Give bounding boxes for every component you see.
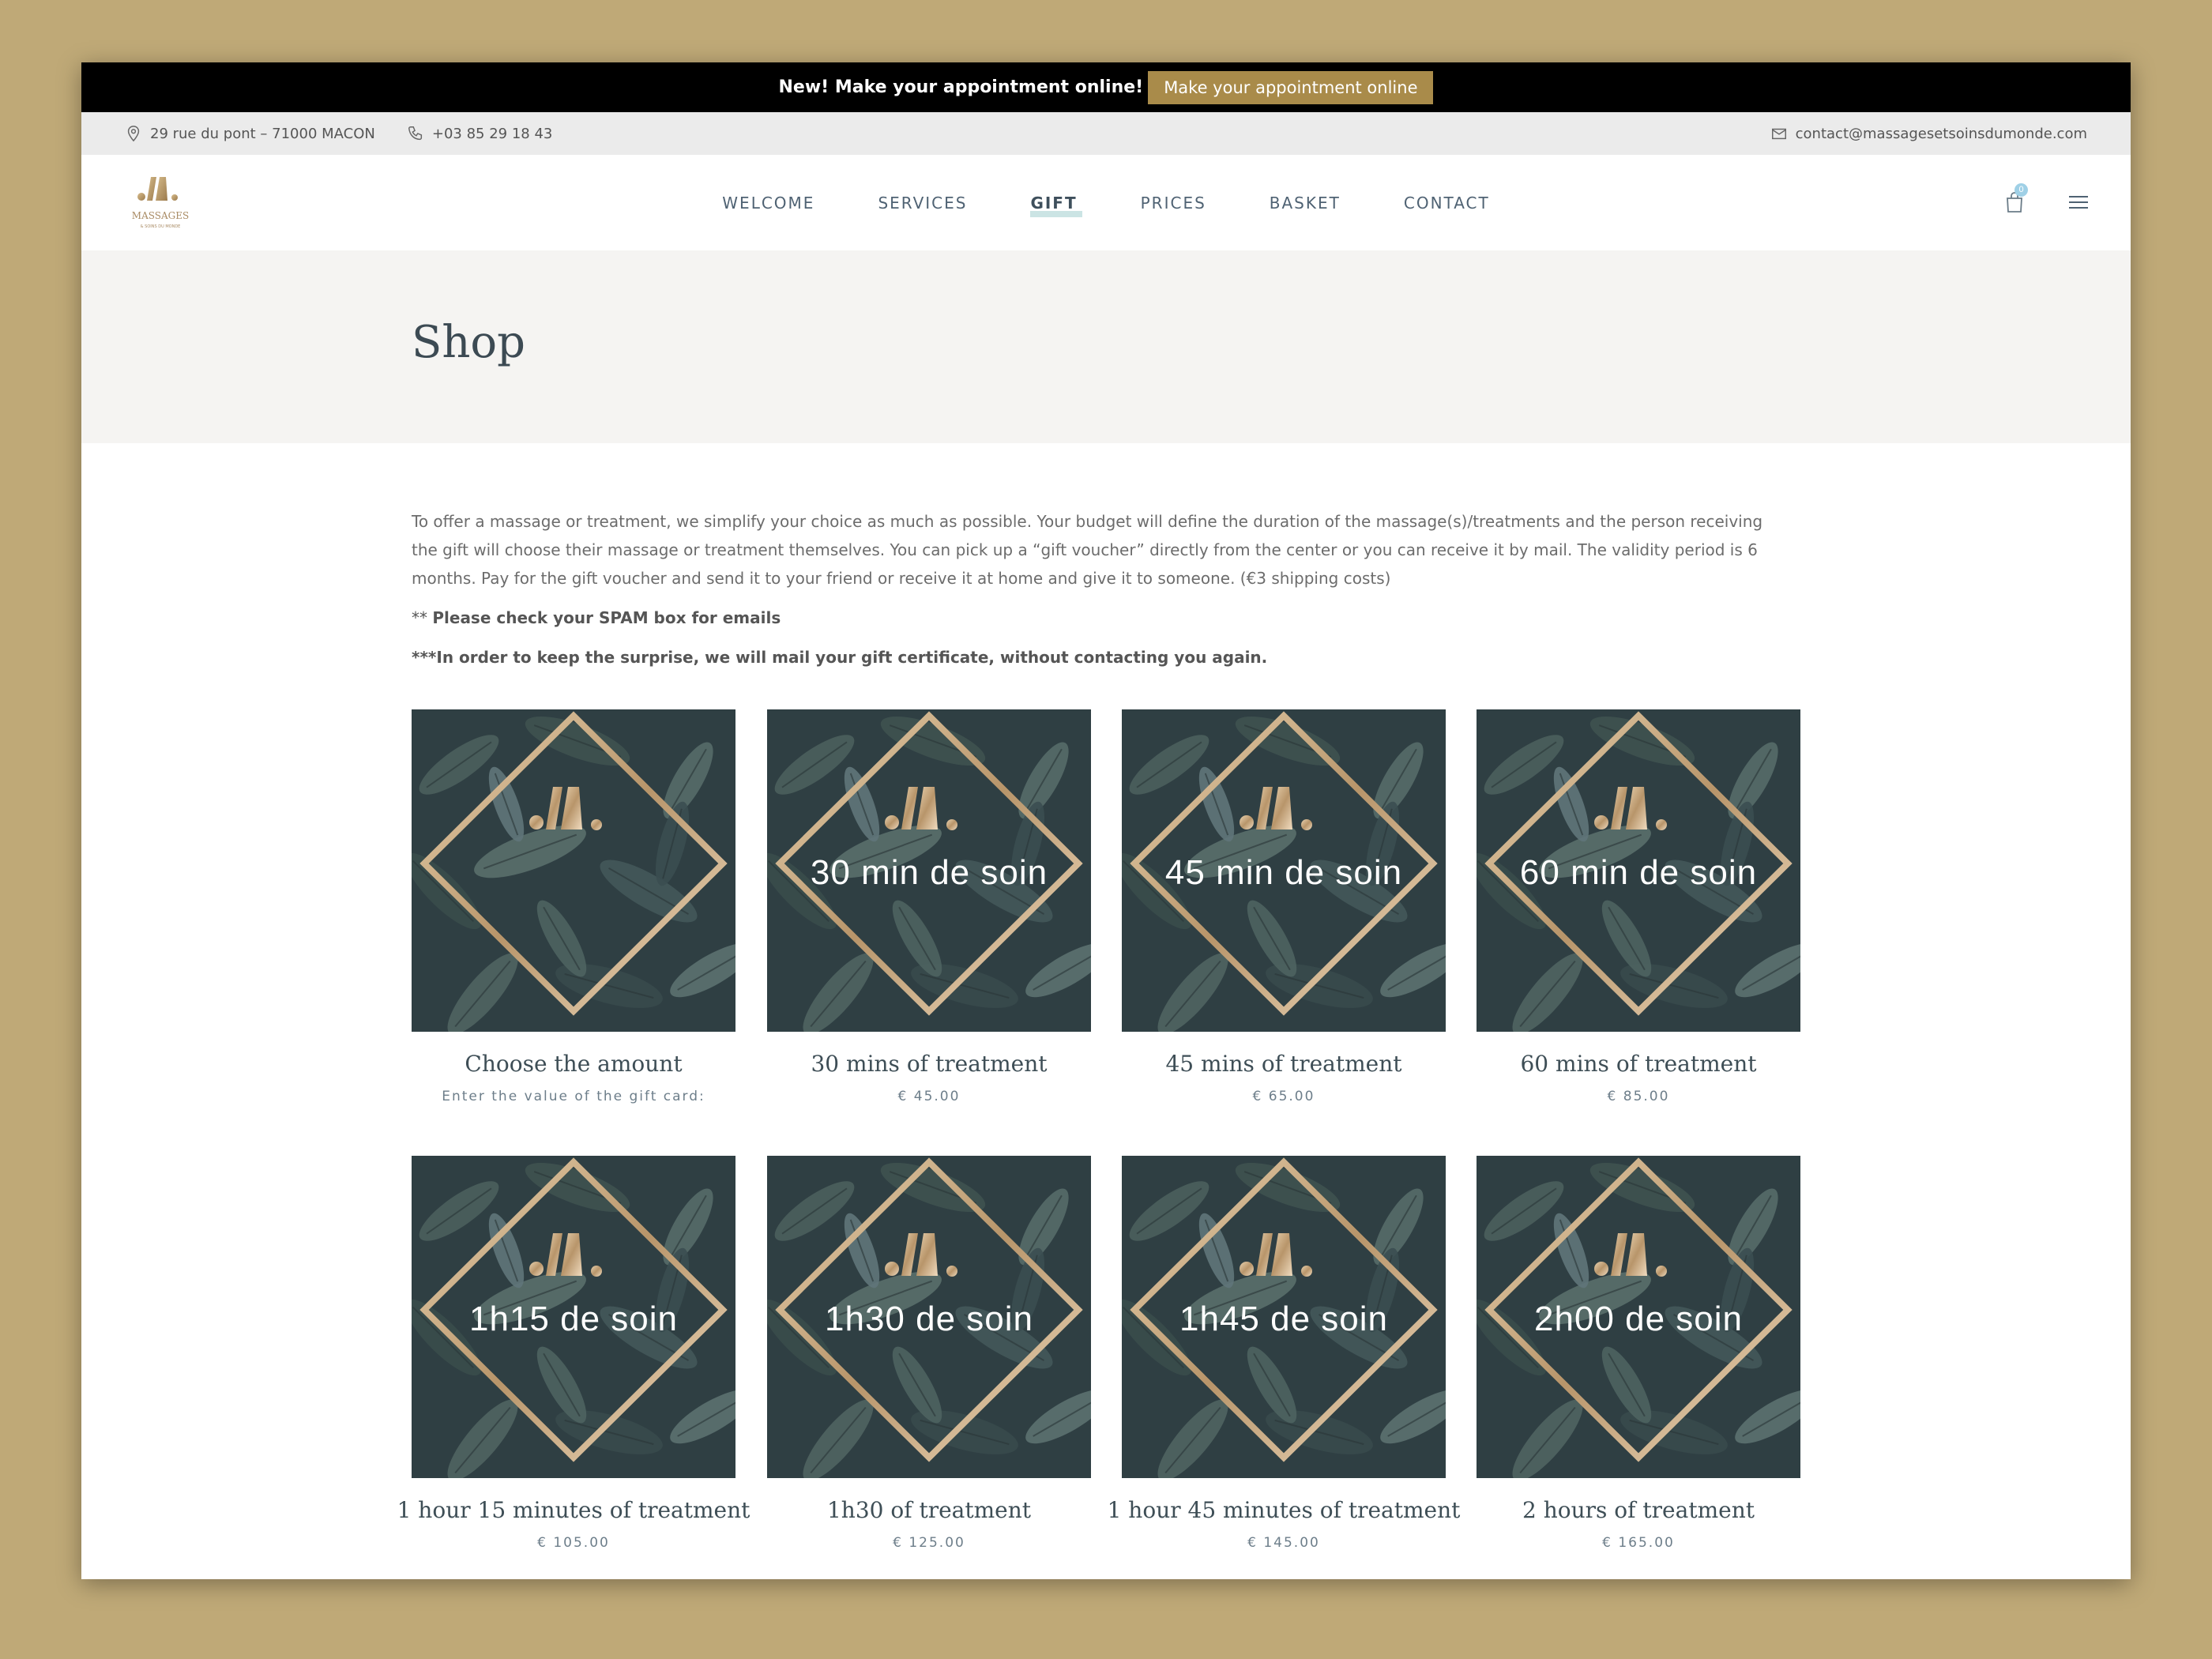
product-image-caption: 1h15 de soin bbox=[469, 1300, 678, 1338]
spam-prefix: ** bbox=[412, 608, 433, 627]
product-name[interactable]: 30 mins of treatment bbox=[735, 1051, 1123, 1077]
email-item[interactable]: contact@massagesetsoinsdumonde.com bbox=[1770, 125, 2087, 142]
cart-count-badge: 0 bbox=[2014, 183, 2028, 197]
intro-text: To offer a massage or treatment, we simp… bbox=[412, 512, 1763, 588]
product-image[interactable]: 30 min de soin bbox=[767, 709, 1091, 1032]
product-image[interactable]: 60 min de soin bbox=[1477, 709, 1800, 1032]
browser-page: New! Make your appointment online! Make … bbox=[81, 62, 2131, 1579]
product-price: Enter the value of the gift card: bbox=[442, 1089, 705, 1104]
hamburger-menu-icon[interactable] bbox=[2067, 194, 2090, 211]
address-text: 29 rue du pont – 71000 MACON bbox=[150, 125, 375, 142]
surprise-note: ***In order to keep the surprise, we wil… bbox=[412, 648, 1268, 667]
spam-note: ** Please check your SPAM box for emails bbox=[412, 604, 1770, 632]
product-image-caption: 60 min de soin bbox=[1519, 853, 1758, 892]
product-name[interactable]: Choose the amount bbox=[380, 1051, 767, 1077]
phone-text: +03 85 29 18 43 bbox=[431, 125, 553, 142]
site-header: MASSAGES & SOINS DU MONDE WELCOME SERVIC… bbox=[81, 155, 2131, 250]
product-image-caption: 1h45 de soin bbox=[1179, 1300, 1388, 1338]
nav-services[interactable]: SERVICES bbox=[878, 194, 967, 213]
product-price: € 145.00 bbox=[1247, 1535, 1320, 1551]
nav-prices[interactable]: PRICES bbox=[1141, 194, 1206, 213]
product-image[interactable]: 45 min de soin bbox=[1122, 709, 1446, 1032]
product-image-caption: 30 min de soin bbox=[810, 853, 1048, 892]
address-item: 29 rue du pont – 71000 MACON bbox=[125, 125, 375, 142]
nav-contact[interactable]: CONTACT bbox=[1404, 194, 1490, 213]
product-image[interactable] bbox=[412, 709, 735, 1032]
main-nav: WELCOME SERVICES GIFT PRICES BASKET CONT… bbox=[81, 155, 2131, 250]
intro-section: To offer a massage or treatment, we simp… bbox=[412, 507, 1770, 672]
product-image[interactable]: 1h30 de soin bbox=[767, 1156, 1091, 1478]
product-name[interactable]: 2 hours of treatment bbox=[1445, 1497, 1832, 1523]
product-name[interactable]: 45 mins of treatment bbox=[1090, 1051, 1477, 1077]
promo-bar: New! Make your appointment online! Make … bbox=[81, 62, 2131, 112]
appointment-button[interactable]: Make your appointment online bbox=[1148, 70, 1434, 104]
phone-icon bbox=[408, 126, 422, 141]
product-name[interactable]: 60 mins of treatment bbox=[1445, 1051, 1832, 1077]
product-image[interactable]: 2h00 de soin bbox=[1477, 1156, 1800, 1478]
product-image[interactable]: 1h45 de soin bbox=[1122, 1156, 1446, 1478]
product-image-caption: 1h30 de soin bbox=[825, 1300, 1033, 1338]
product-image-caption: 45 min de soin bbox=[1164, 853, 1403, 892]
nav-basket[interactable]: BASKET bbox=[1270, 194, 1341, 213]
product-price: € 45.00 bbox=[897, 1089, 961, 1104]
product-name[interactable]: 1 hour 15 minutes of treatment bbox=[380, 1497, 767, 1523]
location-pin-icon bbox=[127, 126, 140, 142]
spam-text: Please check your SPAM box for emails bbox=[432, 608, 781, 627]
page-title-band: Shop bbox=[81, 250, 2131, 443]
email-text: contact@massagesetsoinsdumonde.com bbox=[1795, 125, 2087, 142]
page-title: Shop bbox=[412, 317, 525, 368]
product-price: € 165.00 bbox=[1602, 1535, 1675, 1551]
product-name[interactable]: 1h30 of treatment bbox=[735, 1497, 1123, 1523]
product-price: € 65.00 bbox=[1252, 1089, 1315, 1104]
product-price: € 85.00 bbox=[1607, 1089, 1670, 1104]
product-image-caption: 2h00 de soin bbox=[1534, 1300, 1743, 1338]
product-price: € 125.00 bbox=[893, 1535, 965, 1551]
nav-gift[interactable]: GIFT bbox=[1030, 194, 1082, 217]
promo-text: New! Make your appointment online! bbox=[778, 77, 1144, 97]
phone-item[interactable]: +03 85 29 18 43 bbox=[407, 125, 553, 142]
product-price: € 105.00 bbox=[537, 1535, 610, 1551]
nav-welcome[interactable]: WELCOME bbox=[722, 194, 814, 213]
product-name[interactable]: 1 hour 45 minutes of treatment bbox=[1090, 1497, 1477, 1523]
mail-icon bbox=[1771, 128, 1786, 140]
gift-card-artwork bbox=[412, 709, 735, 1032]
contact-bar: 29 rue du pont – 71000 MACON +03 85 29 1… bbox=[81, 112, 2131, 155]
product-image[interactable]: 1h15 de soin bbox=[412, 1156, 735, 1478]
